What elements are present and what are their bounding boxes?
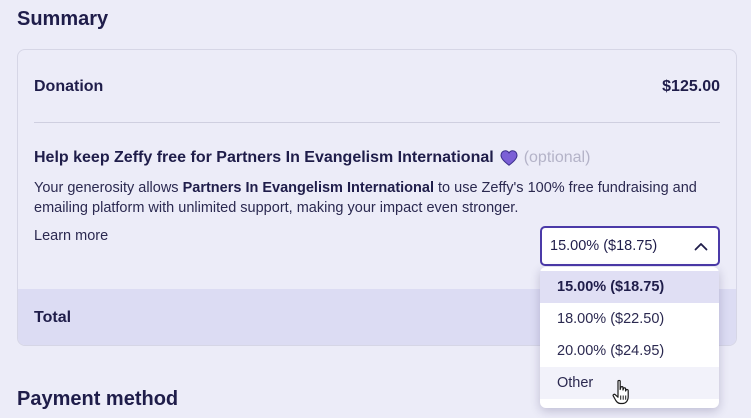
org-name: Partners In Evangelism International [182, 180, 434, 196]
tip-select[interactable]: 15.00% ($18.75) [540, 226, 720, 266]
tip-select-value: 15.00% ($18.75) [550, 238, 658, 254]
tip-option-18[interactable]: 18.00% ($22.50) [540, 303, 719, 335]
donation-row: Donation $125.00 [34, 76, 720, 98]
tip-heading: Help keep Zeffy free for Partners In Eva… [34, 149, 590, 167]
learn-more-link[interactable]: Learn more [34, 228, 108, 244]
tip-option-15[interactable]: 15.00% ($18.75) [540, 271, 719, 303]
divider [34, 122, 720, 123]
optional-label: (optional) [523, 149, 591, 166]
summary-title: Summary [17, 8, 109, 30]
tip-option-20[interactable]: 20.00% ($24.95) [540, 335, 719, 367]
donation-amount: $125.00 [662, 78, 720, 95]
payment-method-title: Payment method [17, 388, 179, 410]
desc-prefix: Your generosity allows [34, 180, 183, 196]
total-label: Total [34, 309, 72, 326]
chevron-up-icon [694, 242, 708, 250]
hand-pointer-icon [612, 379, 629, 405]
tip-title: Help keep Zeffy free for Partners In Eva… [34, 149, 494, 166]
tip-description: Your generosity allows Partners In Evang… [34, 178, 714, 218]
heart-icon [500, 150, 518, 166]
donation-label: Donation [34, 78, 104, 95]
